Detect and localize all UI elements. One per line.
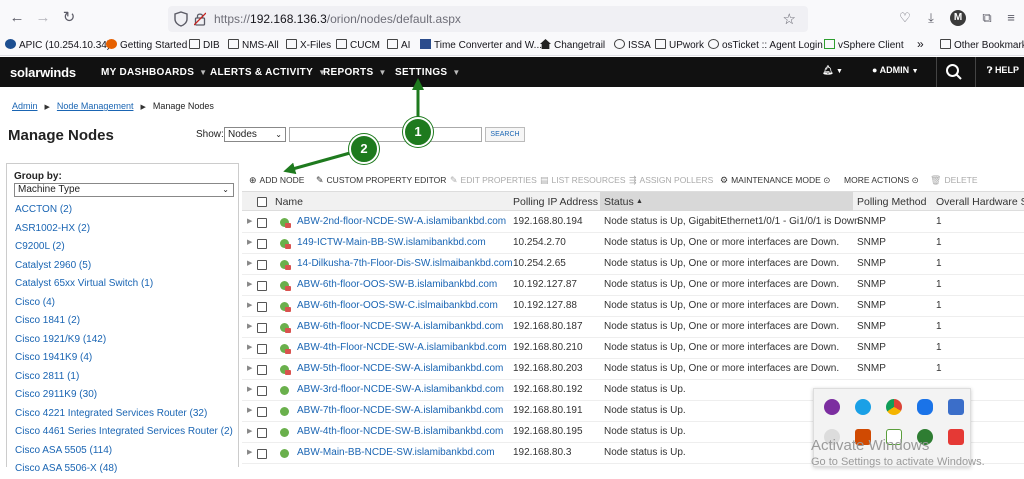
bluetooth-icon[interactable]: [917, 399, 933, 415]
chrome-icon[interactable]: [886, 399, 902, 415]
skype-icon[interactable]: [855, 399, 871, 415]
annotation-marker-1: 1: [403, 117, 433, 147]
activate-windows-subtitle: Go to Settings to activate Windows.: [811, 456, 985, 468]
anydesk-icon[interactable]: [948, 429, 964, 445]
security-shield-icon[interactable]: [948, 399, 964, 415]
arrow-to-add-node: [283, 151, 351, 175]
tray-app-icon[interactable]: [824, 399, 840, 415]
activate-windows-title: Activate Windows: [811, 437, 930, 454]
annotation-marker-2: 2: [349, 134, 379, 164]
